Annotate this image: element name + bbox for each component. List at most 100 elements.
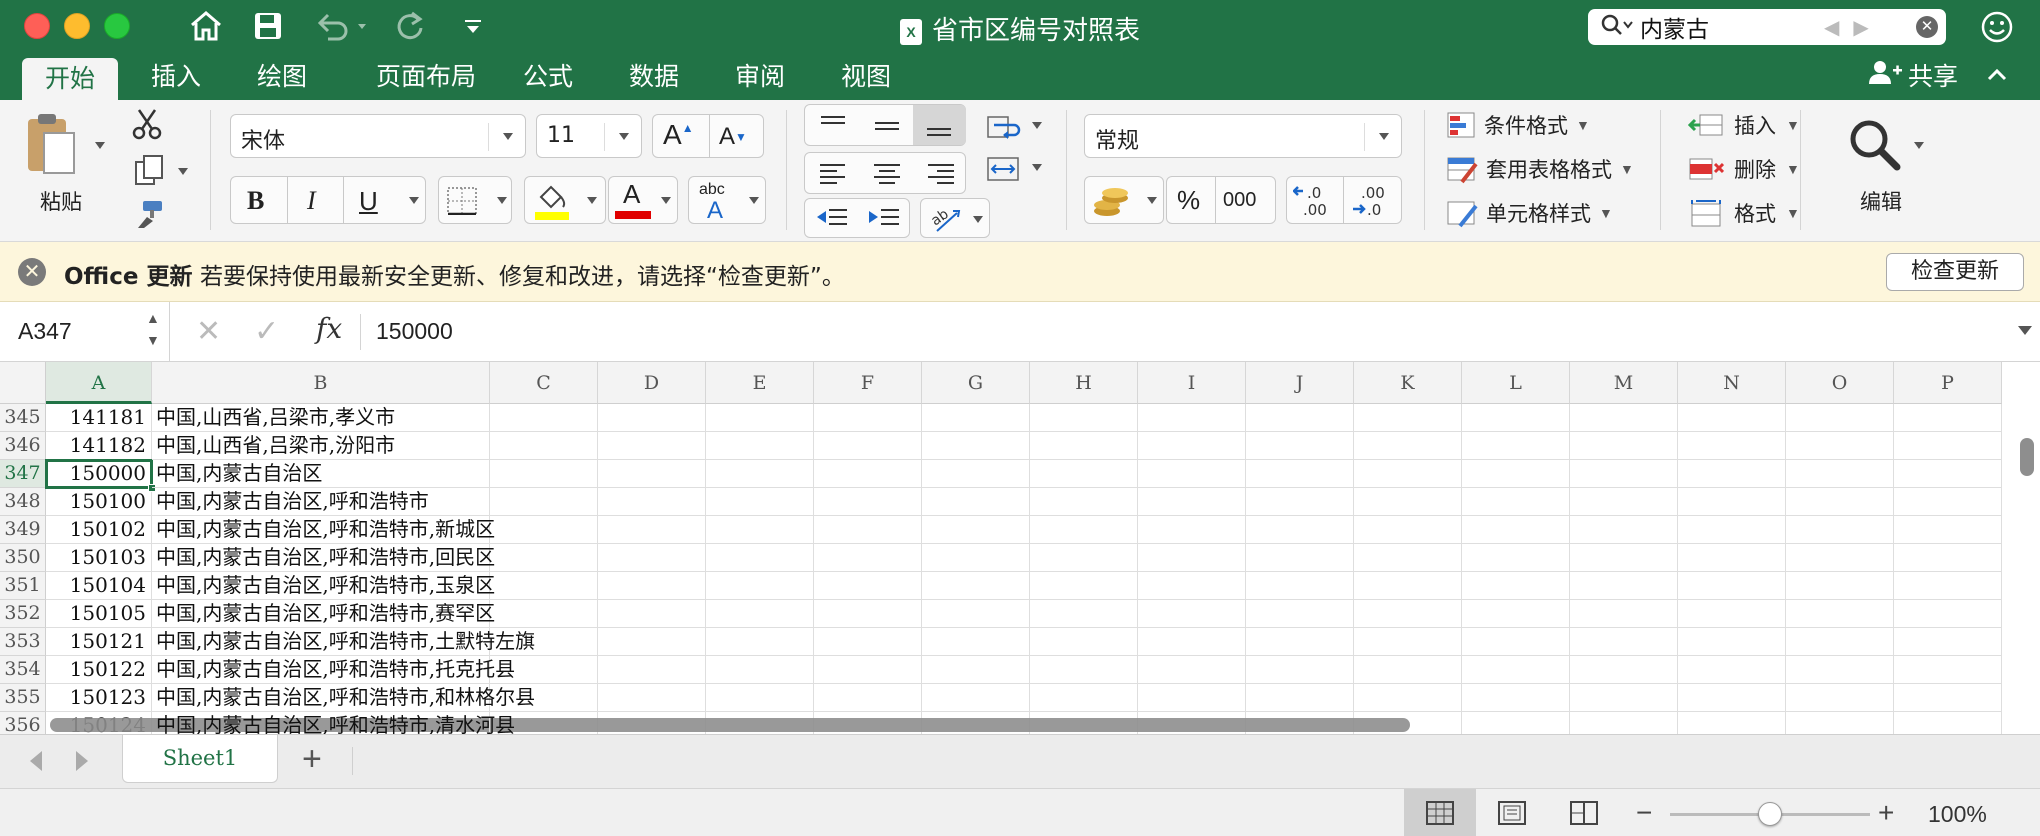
cell-empty[interactable] (706, 516, 814, 544)
undo-icon[interactable] (312, 6, 372, 46)
cell-empty[interactable] (1678, 404, 1786, 432)
phonetic-button[interactable]: abc A (688, 176, 766, 224)
cell-empty[interactable] (1570, 460, 1678, 488)
cell-code[interactable]: 150121 (46, 628, 152, 656)
align-center-icon[interactable] (871, 161, 903, 187)
insert-function-button[interactable]: fx (316, 312, 342, 345)
spreadsheet-grid[interactable]: ABCDEFGHIJKLMNOP 345 141181 中国,山西省,吕梁市,孝义市… (0, 362, 2040, 734)
cell-empty[interactable] (1786, 432, 1894, 460)
maximize-window-button[interactable] (104, 13, 130, 39)
number-format-select[interactable]: 常规 (1084, 114, 1402, 158)
zoom-level[interactable]: 100% (1928, 801, 1987, 828)
tab-draw[interactable]: 绘图 (244, 54, 320, 100)
increase-indent-icon[interactable] (867, 205, 901, 233)
cell-empty[interactable] (1570, 488, 1678, 516)
cell-empty[interactable] (1030, 488, 1138, 516)
cell-region[interactable]: 中国,内蒙古自治区,呼和浩特市,玉泉区 (152, 572, 495, 600)
cell-empty[interactable] (1894, 404, 2002, 432)
expand-formula-bar-icon[interactable] (2018, 326, 2032, 335)
formula-input[interactable]: 150000 (376, 318, 453, 345)
cell-empty[interactable] (598, 684, 706, 712)
delete-cells-button[interactable]: 删除 ▼ (1688, 154, 1800, 184)
cell-empty[interactable] (1894, 628, 2002, 656)
row-header[interactable]: 345 (0, 404, 46, 432)
tab-insert[interactable]: 插入 (138, 54, 214, 100)
cell-empty[interactable] (1570, 656, 1678, 684)
cell-empty[interactable] (1030, 600, 1138, 628)
next-sheet-icon[interactable] (76, 751, 88, 771)
cell-empty[interactable] (1246, 684, 1354, 712)
dismiss-notice-icon[interactable]: ✕ (18, 258, 46, 286)
cell-empty[interactable] (1786, 684, 1894, 712)
search-icon[interactable] (1600, 13, 1634, 42)
cell-empty[interactable] (1030, 628, 1138, 656)
row-header[interactable]: 354 (0, 656, 46, 684)
paste-label[interactable]: 粘贴 (40, 186, 82, 216)
cell-empty[interactable] (1786, 628, 1894, 656)
cell-empty[interactable] (922, 544, 1030, 572)
zoom-out-button[interactable]: − (1636, 797, 1652, 829)
cell-code[interactable]: 150104 (46, 572, 152, 600)
column-header-p[interactable]: P (1894, 362, 2002, 404)
column-header-i[interactable]: I (1138, 362, 1246, 404)
cell-empty[interactable] (1138, 600, 1246, 628)
close-window-button[interactable] (24, 13, 50, 39)
cell-empty[interactable] (1462, 684, 1570, 712)
collapse-ribbon-icon[interactable] (1984, 62, 2010, 93)
page-layout-view-button[interactable] (1476, 789, 1548, 836)
cell-empty[interactable] (490, 432, 598, 460)
cell-empty[interactable] (814, 600, 922, 628)
cell-empty[interactable] (1462, 600, 1570, 628)
cell-empty[interactable] (598, 600, 706, 628)
cell-empty[interactable] (814, 404, 922, 432)
italic-icon[interactable]: I (307, 186, 316, 216)
cell-empty[interactable] (1138, 684, 1246, 712)
cell-empty[interactable] (922, 432, 1030, 460)
cell-empty[interactable] (1678, 600, 1786, 628)
cell-empty[interactable] (490, 516, 598, 544)
column-header-o[interactable]: O (1786, 362, 1894, 404)
bold-icon[interactable]: B (247, 186, 264, 216)
search-box[interactable]: ◀ ▶ ✕ (1588, 9, 1946, 45)
align-left-icon[interactable] (817, 161, 849, 187)
cell-empty[interactable] (706, 432, 814, 460)
cell-empty[interactable] (1786, 572, 1894, 600)
cell-empty[interactable] (1246, 600, 1354, 628)
cell-empty[interactable] (1786, 488, 1894, 516)
cell-empty[interactable] (814, 572, 922, 600)
column-header-n[interactable]: N (1678, 362, 1786, 404)
column-header-m[interactable]: M (1570, 362, 1678, 404)
increase-font-size-icon[interactable]: A▲ (663, 119, 694, 151)
column-header-f[interactable]: F (814, 362, 922, 404)
align-bottom-button[interactable] (913, 105, 966, 145)
cell-empty[interactable] (1246, 460, 1354, 488)
cell-empty[interactable] (1570, 404, 1678, 432)
cell-empty[interactable] (1678, 656, 1786, 684)
cell-empty[interactable] (922, 628, 1030, 656)
cell-empty[interactable] (598, 656, 706, 684)
search-input[interactable] (1640, 14, 1810, 40)
tab-data[interactable]: 数据 (616, 54, 692, 100)
cell-empty[interactable] (814, 516, 922, 544)
cell-empty[interactable] (1786, 656, 1894, 684)
cell-empty[interactable] (598, 516, 706, 544)
cell-empty[interactable] (1570, 712, 1678, 734)
cell-empty[interactable] (1138, 460, 1246, 488)
add-sheet-button[interactable]: + (302, 739, 322, 779)
customize-toolbar-icon[interactable] (456, 6, 490, 46)
cell-empty[interactable] (1138, 628, 1246, 656)
cell-empty[interactable] (1030, 516, 1138, 544)
row-header[interactable]: 352 (0, 600, 46, 628)
decrease-font-size-icon[interactable]: A▼ (719, 123, 747, 151)
column-header-c[interactable]: C (490, 362, 598, 404)
cell-region[interactable]: 中国,内蒙古自治区,呼和浩特市,托克托县 (152, 656, 515, 684)
cell-empty[interactable] (1894, 488, 2002, 516)
cell-empty[interactable] (1246, 656, 1354, 684)
cell-empty[interactable] (1786, 544, 1894, 572)
share-button[interactable]: 共享 (1866, 54, 1958, 100)
column-header-e[interactable]: E (706, 362, 814, 404)
cell-empty[interactable] (1462, 460, 1570, 488)
cell-empty[interactable] (1894, 572, 2002, 600)
format-cells-button[interactable]: 格式 ▼ (1688, 198, 1800, 228)
font-color-button[interactable]: A (608, 176, 678, 224)
